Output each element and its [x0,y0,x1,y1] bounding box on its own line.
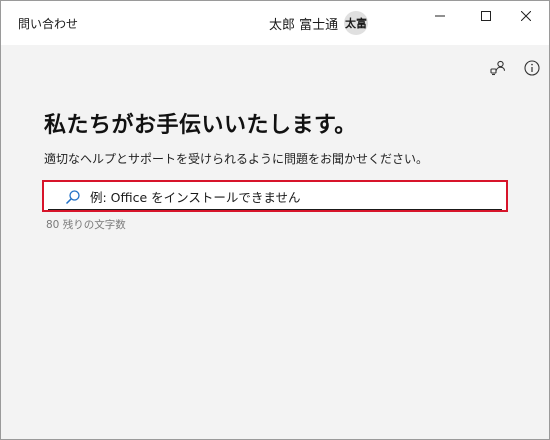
search-icon [62,186,84,208]
search-box[interactable] [48,185,502,210]
info-button[interactable] [522,58,542,78]
search-input[interactable] [90,189,470,205]
minimize-button[interactable] [417,1,463,31]
people-connect-button[interactable] [488,58,508,78]
title-bar: 問い合わせ 太郎 富士通 太富 [1,1,549,45]
get-help-window: 問い合わせ 太郎 富士通 太富 私たちがお手伝いいたします。 適切なヘルプとサポ… [0,0,550,440]
close-button[interactable] [503,1,549,31]
info-icon [524,60,540,76]
maximize-icon [481,11,491,21]
search-highlight-frame [42,180,508,212]
user-name[interactable]: 太郎 富士通 [269,14,338,33]
minimize-icon [435,15,445,17]
page-heading: 私たちがお手伝いいたします。 [44,113,357,138]
people-connect-icon [490,60,506,76]
avatar[interactable]: 太富 [344,11,368,35]
remaining-characters: 80 残りの文字数 [46,219,126,231]
app-title: 問い合わせ [18,17,79,31]
page-description: 適切なヘルプとサポートを受けられるように問題をお聞かせください。 [44,152,429,166]
close-icon [521,11,531,21]
